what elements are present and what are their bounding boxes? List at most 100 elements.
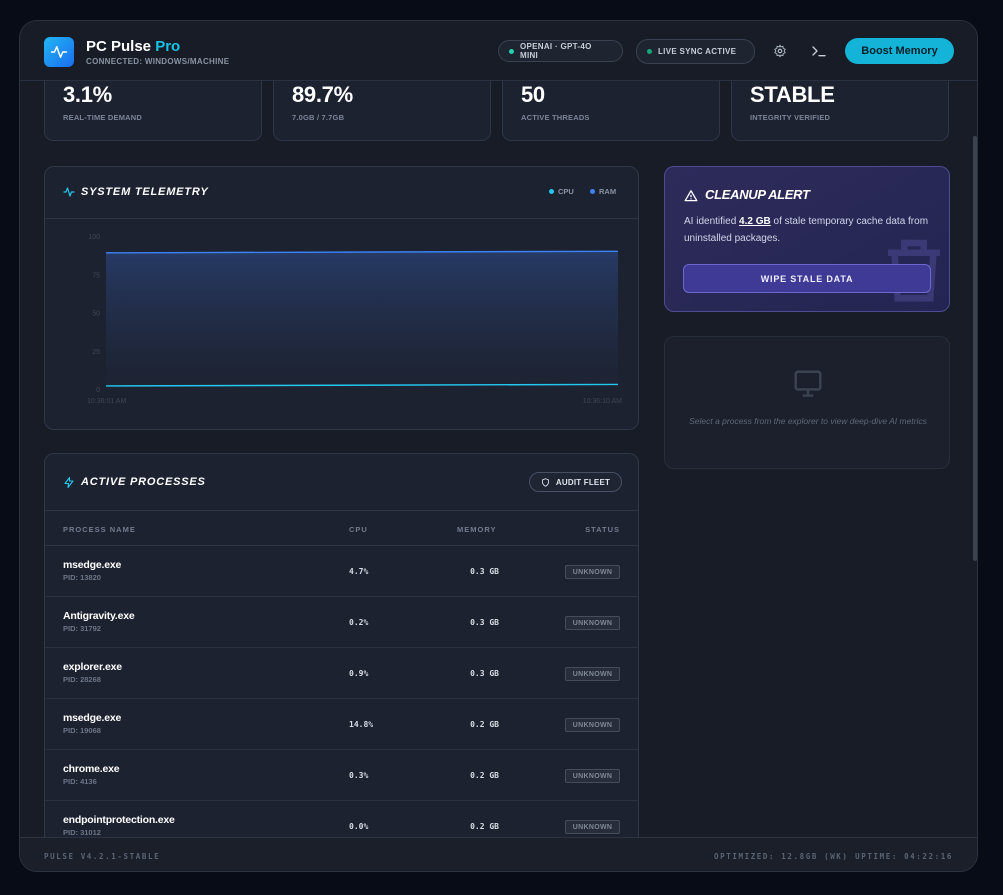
stat-value: 3.1% — [63, 82, 112, 107]
status-footer: PULSE V4.2.1-STABLE OPTIMIZED: 12.8GB (W… — [20, 837, 977, 871]
stat-value: 50 — [521, 82, 545, 107]
process-cpu: 0.9% — [349, 669, 369, 678]
table-header: PROCESS NAME CPU MEMORY STATUS — [45, 510, 638, 546]
status-badge: UNKNOWN — [565, 616, 620, 630]
lightning-icon — [64, 476, 74, 489]
app-title: PC Pulse Pro — [86, 38, 181, 55]
version-label: PULSE V4.2.1-STABLE — [44, 852, 161, 861]
column-status[interactable]: STATUS — [585, 525, 620, 534]
status-badge: UNKNOWN — [565, 565, 620, 579]
x-tick-label: 10:36:01 AM — [87, 398, 126, 405]
process-pid: PID: 31792 — [63, 624, 101, 633]
y-tick-label: 0 — [96, 387, 100, 394]
legend-cpu: CPU — [549, 187, 574, 196]
model-label: OPENAI · GPT-4O MINI — [519, 42, 592, 60]
table-row[interactable]: chrome.exe PID: 4136 0.3% 0.2 GB UNKNOWN — [45, 750, 638, 801]
process-pid: PID: 31012 — [63, 828, 101, 837]
process-detail-panel: Select a process from the explorer to vi… — [664, 336, 950, 469]
legend-dot-icon — [549, 189, 554, 194]
process-memory: 0.3 GB — [470, 618, 499, 627]
column-memory[interactable]: MEMORY — [457, 525, 496, 534]
x-tick-label: 10:36:10 AM — [583, 398, 622, 405]
stat-value: 89.7% — [292, 82, 353, 107]
telemetry-chart: 0 25 50 75 100 10:36:01 AM 10:36:10 AM — [87, 234, 622, 405]
process-cpu: 14.8% — [349, 720, 374, 729]
legend-dot-icon — [590, 189, 595, 194]
scrollbar[interactable] — [973, 136, 977, 561]
column-process-name[interactable]: PROCESS NAME — [63, 525, 136, 534]
process-pid: PID: 4136 — [63, 777, 97, 786]
process-name: msedge.exe — [63, 712, 122, 724]
header: PC Pulse Pro CONNECTED: WINDOWS/MACHINE … — [20, 21, 977, 81]
process-pid: PID: 13820 — [63, 573, 101, 582]
column-cpu[interactable]: CPU — [349, 525, 368, 534]
process-name: chrome.exe — [63, 763, 120, 775]
alert-body: AI identified 4.2 GB of stale temporary … — [684, 216, 929, 244]
alert-title: CLEANUP ALERT — [705, 187, 810, 202]
stat-label: 7.0GB / 7.7GB — [292, 113, 345, 122]
table-row[interactable]: msedge.exe PID: 13820 4.7% 0.3 GB UNKNOWN — [45, 546, 638, 597]
stat-label: INTEGRITY VERIFIED — [750, 113, 831, 122]
table-row[interactable]: msedge.exe PID: 19068 14.8% 0.2 GB UNKNOWN — [45, 699, 638, 750]
processes-title: ACTIVE PROCESSES — [81, 476, 206, 488]
legend-ram: RAM — [590, 187, 616, 196]
process-pid: PID: 28268 — [63, 675, 101, 684]
telemetry-title: SYSTEM TELEMETRY — [81, 186, 209, 198]
process-memory: 0.2 GB — [470, 771, 499, 780]
cleanup-alert-panel: CLEANUP ALERT AI identified 4.2 GB of st… — [664, 166, 950, 312]
connection-status: CONNECTED: WINDOWS/MACHINE — [86, 57, 230, 66]
terminal-icon[interactable] — [809, 41, 829, 61]
shield-icon — [541, 477, 549, 487]
table-row[interactable]: explorer.exe PID: 28268 0.9% 0.3 GB UNKNOWN — [45, 648, 638, 699]
legend-label: RAM — [599, 187, 617, 196]
status-badge: UNKNOWN — [565, 667, 620, 681]
y-tick-label: 50 — [92, 311, 100, 318]
active-processes-panel: ACTIVE PROCESSES AUDIT FLEET PROCESS NAM… — [44, 453, 639, 853]
process-cpu: 4.7% — [349, 567, 369, 576]
process-cpu: 0.3% — [349, 771, 369, 780]
gear-icon[interactable] — [770, 41, 790, 61]
process-name: explorer.exe — [63, 661, 122, 673]
process-memory: 0.2 GB — [470, 822, 499, 831]
y-tick-label: 25 — [92, 349, 100, 356]
activity-icon — [63, 187, 75, 197]
monitor-icon — [794, 370, 822, 397]
uptime-label: UPTIME: 04:22:16 — [855, 852, 953, 861]
process-cpu: 0.0% — [349, 822, 369, 831]
status-badge: UNKNOWN — [565, 718, 620, 732]
process-name: Antigravity.exe — [63, 610, 135, 622]
model-pill[interactable]: OPENAI · GPT-4O MINI — [498, 40, 623, 62]
y-tick-label: 100 — [88, 234, 100, 241]
status-badge: UNKNOWN — [565, 820, 620, 834]
status-dot-icon — [509, 48, 514, 54]
process-memory: 0.3 GB — [470, 669, 499, 678]
legend-label: CPU — [558, 187, 574, 196]
table-row[interactable]: Antigravity.exe PID: 31792 0.2% 0.3 GB UNKNO… — [45, 597, 638, 648]
y-tick-label: 75 — [92, 272, 100, 279]
process-pid: PID: 19068 — [63, 726, 101, 735]
process-name: msedge.exe — [63, 559, 122, 571]
stat-card-memory: 89.7% 7.0GB / 7.7GB — [273, 73, 491, 141]
status-dot-icon — [647, 49, 652, 54]
audit-fleet-label: AUDIT FLEET — [555, 477, 611, 487]
sync-pill[interactable]: LIVE SYNC ACTIVE — [636, 39, 755, 64]
system-telemetry-panel: SYSTEM TELEMETRY CPU RAM 0 25 50 75 100 10:36… — [44, 166, 639, 430]
wipe-stale-data-button[interactable]: WIPE STALE DATA — [683, 264, 931, 293]
optimized-label: OPTIMIZED: 12.8GB (WK) — [714, 852, 849, 861]
process-cpu: 0.2% — [349, 618, 369, 627]
detail-placeholder-text: Select a process from the explorer to vi… — [689, 416, 927, 426]
audit-fleet-button[interactable]: AUDIT FLEET — [529, 472, 622, 492]
stat-card-threads: 50 ACTIVE THREADS — [502, 73, 720, 141]
warning-icon — [684, 190, 698, 202]
sync-label: LIVE SYNC ACTIVE — [658, 47, 737, 56]
process-memory: 0.3 GB — [470, 567, 499, 576]
stat-card-cpu-demand: 3.1% REAL-TIME DEMAND — [44, 73, 262, 141]
process-memory: 0.2 GB — [470, 720, 499, 729]
process-name: endpointprotection.exe — [63, 814, 175, 826]
stat-label: ACTIVE THREADS — [521, 113, 590, 122]
stat-card-integrity: STABLE INTEGRITY VERIFIED — [731, 73, 949, 141]
app-window: PC Pulse Pro CONNECTED: WINDOWS/MACHINE … — [19, 20, 978, 872]
boost-memory-button[interactable]: Boost Memory — [845, 38, 954, 64]
status-badge: UNKNOWN — [565, 769, 620, 783]
stat-value: STABLE — [750, 82, 835, 107]
